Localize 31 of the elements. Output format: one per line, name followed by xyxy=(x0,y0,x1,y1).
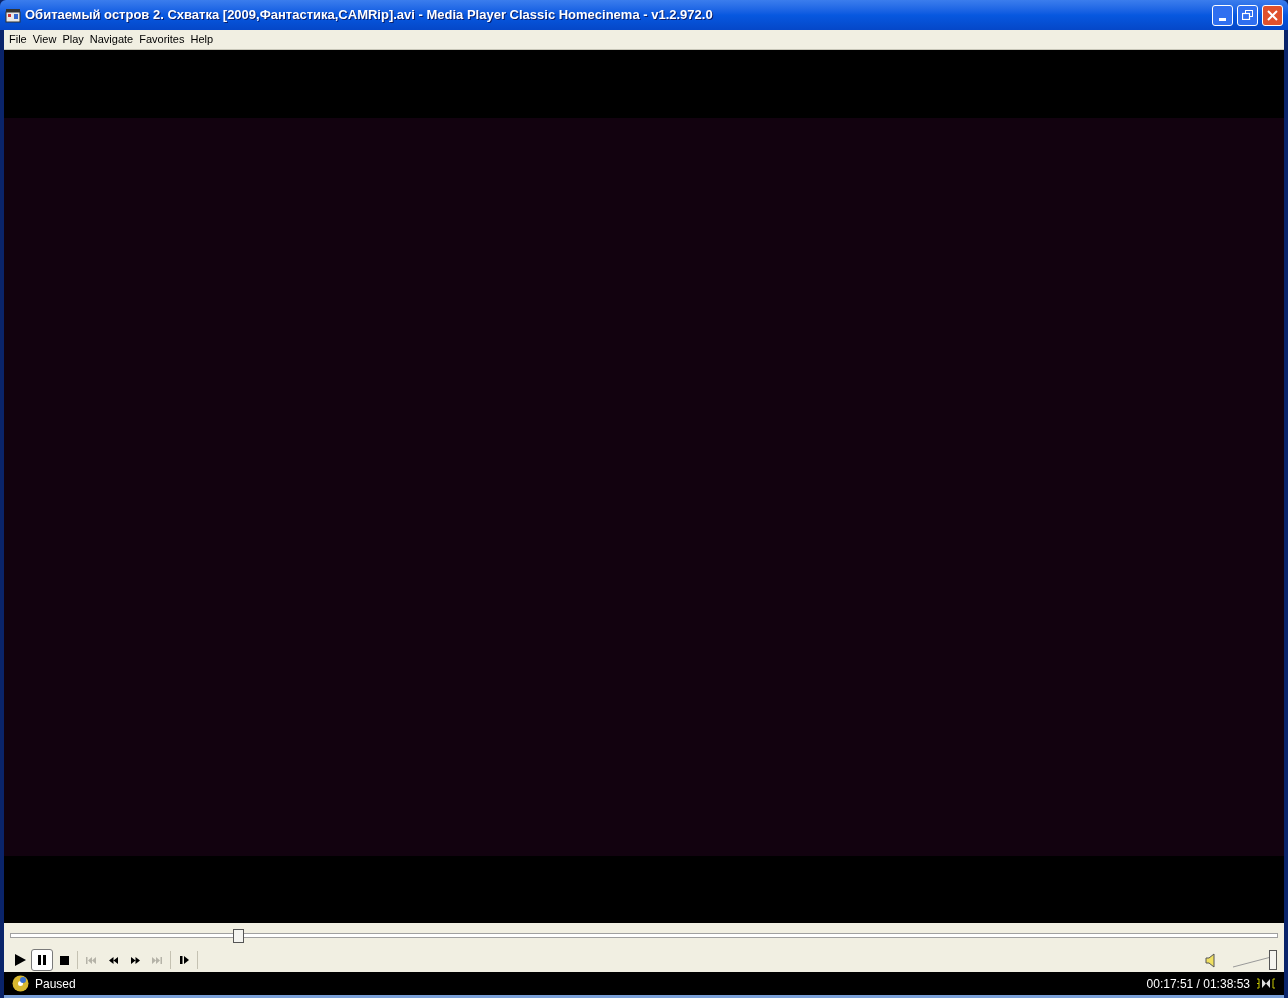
aspect-icon xyxy=(1256,978,1276,989)
volume-slider[interactable] xyxy=(1233,950,1277,970)
stop-icon xyxy=(59,955,69,965)
status-text: Paused xyxy=(35,975,77,993)
menu-item[interactable]: Navigate xyxy=(86,31,137,48)
film-clapper-icon xyxy=(5,7,21,23)
volume-thumb[interactable] xyxy=(1269,950,1277,970)
pause-button[interactable] xyxy=(31,949,53,971)
speaker-icon[interactable] xyxy=(1205,952,1217,968)
pause-icon xyxy=(38,955,46,965)
menu-item[interactable]: View xyxy=(29,31,60,48)
frame-step-icon xyxy=(179,956,189,964)
menu-item[interactable]: Help xyxy=(187,31,217,48)
close-icon xyxy=(1267,9,1278,21)
menu-item[interactable]: Play xyxy=(59,31,87,48)
menu-item[interactable]: Favorites xyxy=(136,31,188,48)
fast-forward-icon xyxy=(130,956,140,964)
close-button[interactable] xyxy=(1262,4,1283,26)
time-display: 00:17:51 / 01:38:53 xyxy=(1146,975,1250,993)
play-icon xyxy=(14,954,26,966)
skip-forward-icon xyxy=(152,956,162,964)
disc-icon xyxy=(12,975,29,992)
menu-item[interactable]: File xyxy=(6,31,30,48)
window-title: Обитаемый остров 2. Схватка [2009,Фантастика,CAMRip].avi - Media Player Classic Homecinema - v1.2.972.0 xyxy=(25,6,714,25)
minimize-icon xyxy=(1219,17,1226,21)
restore-icon xyxy=(1242,10,1253,20)
skip-back-icon xyxy=(86,956,96,964)
minimize-button[interactable] xyxy=(1212,4,1233,26)
seek-thumb[interactable] xyxy=(233,928,245,943)
restore-button[interactable] xyxy=(1237,4,1258,26)
rewind-icon xyxy=(108,956,118,964)
